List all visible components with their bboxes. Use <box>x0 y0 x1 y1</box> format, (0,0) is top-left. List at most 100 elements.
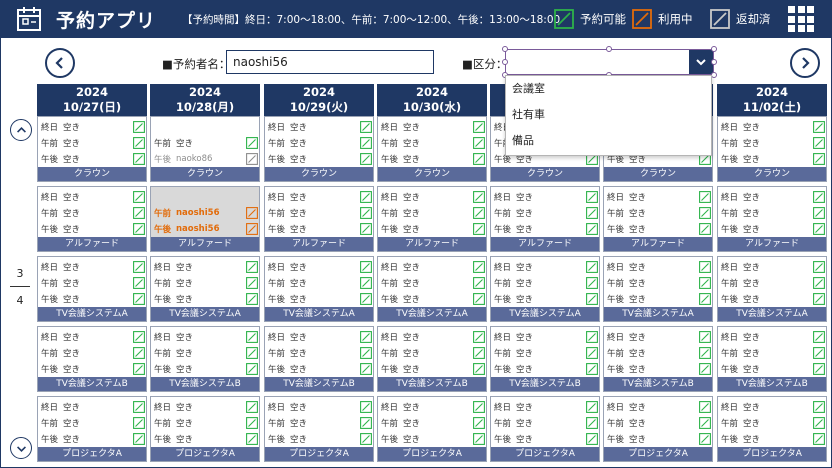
available-icon[interactable] <box>699 223 711 235</box>
available-icon[interactable] <box>586 277 598 289</box>
returned-icon[interactable] <box>246 153 258 165</box>
time-slot[interactable]: 終日空き <box>494 330 598 344</box>
time-slot[interactable]: 終日空き <box>41 260 145 274</box>
reservation-cell[interactable]: 終日 空き 午前 空き 午後 空き プロジェクタA <box>490 396 600 462</box>
reservation-cell[interactable]: 終日 空き 午前 空き 午後 空き プロジェクタA <box>37 396 147 462</box>
available-icon[interactable] <box>813 433 825 445</box>
time-slot[interactable]: 午前空き <box>41 346 145 360</box>
available-icon[interactable] <box>133 153 145 165</box>
time-slot[interactable]: 午後 空き <box>268 222 372 236</box>
available-icon[interactable] <box>586 223 598 235</box>
available-icon[interactable] <box>813 293 825 305</box>
available-icon[interactable] <box>133 363 145 375</box>
time-slot[interactable]: 午前空き <box>607 206 711 220</box>
time-slot[interactable]: 午前空き <box>381 206 485 220</box>
reservation-cell[interactable]: 終日 空き 午前 空き 午後 空き TV会議システムB <box>37 326 147 392</box>
reservation-cell[interactable]: 終日 空き 午前 空き 午後 空き TV会議システムB <box>603 326 713 392</box>
available-icon[interactable] <box>586 191 598 203</box>
reservation-cell[interactable]: 終日 空き 午前 空き 午後 空き プロジェクタA <box>264 396 374 462</box>
available-icon[interactable] <box>473 417 485 429</box>
time-slot[interactable]: 午前空き <box>268 276 372 290</box>
time-slot[interactable]: 終日空き <box>381 260 485 274</box>
time-slot[interactable]: 終日空き <box>268 120 372 134</box>
time-slot[interactable]: 午後 空き <box>268 432 372 446</box>
available-icon[interactable] <box>813 121 825 133</box>
app-menu-grid-icon[interactable] <box>788 6 814 32</box>
time-slot[interactable]: 終日空き <box>607 260 711 274</box>
reservation-cell[interactable]: 終日 空き 午前 空き 午後 空き TV会議システムA <box>37 256 147 322</box>
available-icon[interactable] <box>133 137 145 149</box>
time-slot[interactable]: 午後 空き <box>494 292 598 306</box>
available-icon[interactable] <box>133 401 145 413</box>
time-slot[interactable]: 午前空き <box>494 206 598 220</box>
time-slot[interactable]: 午後 空き <box>494 362 598 376</box>
time-slot[interactable]: 終日空き <box>41 330 145 344</box>
available-icon[interactable] <box>473 293 485 305</box>
available-icon[interactable] <box>813 363 825 375</box>
time-slot[interactable]: 午前空き <box>41 276 145 290</box>
time-slot[interactable]: 午後 空き <box>41 292 145 306</box>
available-icon[interactable] <box>473 433 485 445</box>
time-slot[interactable]: 午後 空き <box>381 292 485 306</box>
time-slot[interactable]: 終日空き <box>721 190 825 204</box>
reservation-cell[interactable]: 終日 空き 午前 空き 午後 空き TV会議システムB <box>717 326 827 392</box>
time-slot[interactable]: 午後 空き <box>381 152 485 166</box>
available-icon[interactable] <box>813 417 825 429</box>
available-icon[interactable] <box>246 137 258 149</box>
available-icon[interactable] <box>360 417 372 429</box>
available-icon[interactable] <box>813 401 825 413</box>
time-slot[interactable]: 午前空き <box>721 276 825 290</box>
available-icon[interactable] <box>133 277 145 289</box>
time-slot[interactable]: 終日空き <box>268 260 372 274</box>
time-slot[interactable]: 午前空き <box>494 276 598 290</box>
available-icon[interactable] <box>360 363 372 375</box>
category-option-company-car[interactable]: 社有車 <box>506 102 711 128</box>
available-icon[interactable] <box>133 433 145 445</box>
reservation-cell[interactable]: 午前 naoshi56 午後 naoshi56 アルファード <box>150 186 260 252</box>
time-slot[interactable]: 午後 空き <box>607 362 711 376</box>
time-slot[interactable]: 午前空き <box>154 276 258 290</box>
time-slot[interactable]: 午前空き <box>494 416 598 430</box>
available-icon[interactable] <box>360 191 372 203</box>
available-icon[interactable] <box>699 277 711 289</box>
available-icon[interactable] <box>133 347 145 359</box>
time-slot[interactable]: 午後 空き <box>721 432 825 446</box>
time-slot[interactable]: 終日空き <box>381 330 485 344</box>
reservation-cell[interactable]: 終日 空き 午前 空き 午後 空き TV会議システムA <box>150 256 260 322</box>
time-slot[interactable]: 午後 空き <box>41 362 145 376</box>
time-slot[interactable]: 午後 空き <box>268 152 372 166</box>
time-slot[interactable]: 終日空き <box>381 120 485 134</box>
next-week-button[interactable] <box>790 48 820 78</box>
time-slot[interactable]: 午後 naoshi56 <box>154 222 258 236</box>
available-icon[interactable] <box>586 433 598 445</box>
available-icon[interactable] <box>246 363 258 375</box>
time-slot[interactable]: 午後 空き <box>494 432 598 446</box>
available-icon[interactable] <box>473 363 485 375</box>
time-slot[interactable]: 終日空き <box>41 120 145 134</box>
reservation-cell[interactable]: 終日 空き 午前 空き 午後 空き アルファード <box>717 186 827 252</box>
available-icon[interactable] <box>699 293 711 305</box>
available-icon[interactable] <box>813 191 825 203</box>
reservation-cell[interactable]: 終日 空き 午前 空き 午後 空き TV会議システムB <box>264 326 374 392</box>
in-use-icon[interactable] <box>246 207 258 219</box>
reservation-cell[interactable]: 終日 空き 午前 空き 午後 空き アルファード <box>37 186 147 252</box>
available-icon[interactable] <box>360 207 372 219</box>
category-option-meeting-room[interactable]: 会議室 <box>506 76 711 102</box>
available-icon[interactable] <box>360 121 372 133</box>
time-slot[interactable]: 終日空き <box>721 120 825 134</box>
available-icon[interactable] <box>360 223 372 235</box>
prev-week-button[interactable] <box>45 48 75 78</box>
available-icon[interactable] <box>586 261 598 273</box>
time-slot[interactable]: 終日空き <box>381 190 485 204</box>
time-slot[interactable]: 午前 naoshi56 <box>154 206 258 220</box>
available-icon[interactable] <box>813 347 825 359</box>
time-slot[interactable]: 終日空き <box>154 260 258 274</box>
available-icon[interactable] <box>360 347 372 359</box>
time-slot[interactable]: 午前空き <box>268 416 372 430</box>
reservation-cell[interactable]: 終日 空き 午前 空き 午後 空き プロジェクタA <box>377 396 487 462</box>
time-slot[interactable]: 午前空き <box>381 416 485 430</box>
reservation-cell[interactable]: 終日 空き 午前 空き 午後 空き TV会議システムB <box>150 326 260 392</box>
available-icon[interactable] <box>699 363 711 375</box>
time-slot[interactable]: 午前空き <box>607 346 711 360</box>
time-slot[interactable]: 終日空き <box>494 400 598 414</box>
